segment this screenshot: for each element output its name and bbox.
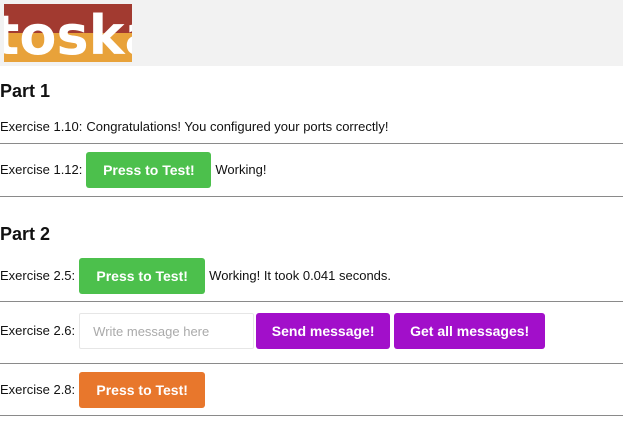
header-bar: itoska itoska [0, 0, 623, 66]
send-message-button[interactable]: Send message! [256, 313, 391, 349]
exercise-2-6-row: Exercise 2.6: Send message! Get all mess… [0, 313, 549, 349]
divider [0, 415, 623, 416]
divider [0, 143, 623, 144]
press-to-test-button-2-8[interactable]: Press to Test! [79, 372, 206, 408]
divider [0, 301, 623, 302]
press-to-test-button-1-12[interactable]: Press to Test! [86, 152, 212, 188]
message-input[interactable] [79, 313, 255, 349]
exercise-2-5-row: Exercise 2.5: Press to Test! Working! It… [0, 258, 391, 294]
exercise-1-12-status: Working! [215, 162, 267, 177]
exercise-1-10-message: Congratulations! You configured your por… [86, 119, 389, 134]
exercise-2-6-label: Exercise 2.6: [0, 323, 76, 338]
exercise-2-5-label: Exercise 2.5: [0, 268, 76, 283]
exercise-2-8-row: Exercise 2.8: Press to Test! [0, 372, 209, 408]
exercise-1-12-label: Exercise 1.12: [0, 162, 83, 177]
exercise-1-10-row: Exercise 1.10: Congratulations! You conf… [0, 119, 388, 135]
logo: itoska itoska [4, 4, 132, 62]
press-to-test-button-2-5[interactable]: Press to Test! [79, 258, 206, 294]
exercise-1-12-row: Exercise 1.12: Press to Test! Working! [0, 152, 266, 188]
get-all-messages-button[interactable]: Get all messages! [394, 313, 546, 349]
exercise-2-8-label: Exercise 2.8: [0, 382, 76, 397]
divider [0, 363, 623, 364]
part2-heading: Part 2 [0, 224, 51, 244]
exercise-1-10-label: Exercise 1.10: [0, 119, 83, 134]
divider [0, 196, 623, 197]
exercise-2-5-status: Working! It took 0.041 seconds. [209, 268, 392, 283]
part1-heading: Part 1 [0, 81, 51, 101]
